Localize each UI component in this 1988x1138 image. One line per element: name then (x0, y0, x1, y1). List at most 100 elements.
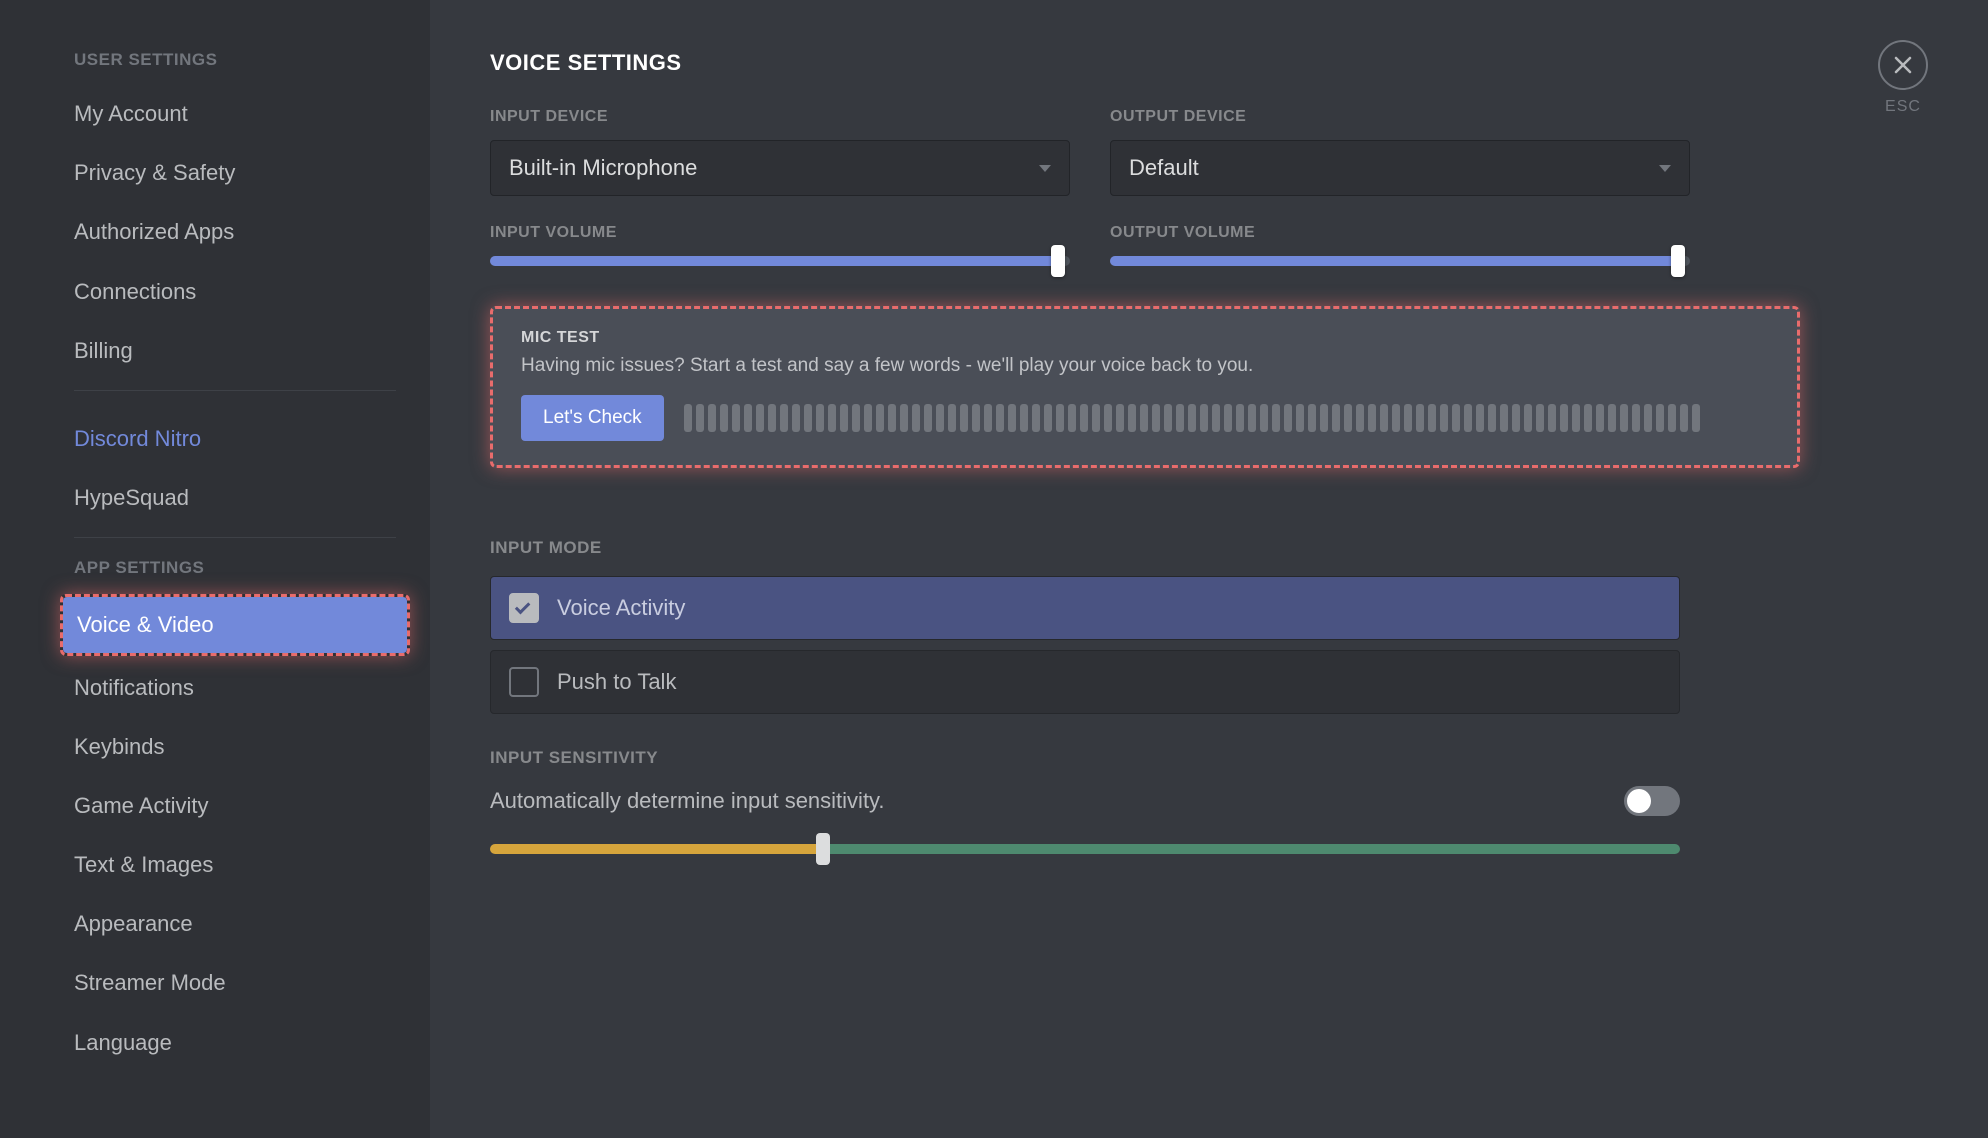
vu-bar (768, 404, 776, 432)
vu-bar (1668, 404, 1676, 432)
sidebar-item-billing[interactable]: Billing (60, 323, 410, 378)
page-title: VOICE SETTINGS (490, 50, 1878, 76)
vu-bar (888, 404, 896, 432)
sidebar-item-voice-video[interactable]: Voice & Video (63, 597, 407, 652)
sidebar-item-keybinds[interactable]: Keybinds (60, 719, 410, 774)
input-device-value: Built-in Microphone (509, 155, 697, 181)
vu-bar (1320, 404, 1328, 432)
sidebar-item-authorized-apps[interactable]: Authorized Apps (60, 204, 410, 259)
sidebar-item-game-activity[interactable]: Game Activity (60, 778, 410, 833)
vu-bar (1620, 404, 1628, 432)
vu-bar (708, 404, 716, 432)
mic-test-button[interactable]: Let's Check (521, 395, 664, 441)
vu-bar (1524, 404, 1532, 432)
vu-bar (996, 404, 1004, 432)
sidebar-item-connections[interactable]: Connections (60, 264, 410, 319)
vu-bar (1296, 404, 1304, 432)
vu-bar (1260, 404, 1268, 432)
vu-bar (1248, 404, 1256, 432)
mic-vu-meter (684, 404, 1769, 432)
vu-bar (1452, 404, 1460, 432)
vu-bar (1020, 404, 1028, 432)
slider-thumb[interactable] (1051, 245, 1065, 277)
close-label: ESC (1878, 98, 1928, 116)
vu-bar (756, 404, 764, 432)
vu-bar (1596, 404, 1604, 432)
vu-bar (1560, 404, 1568, 432)
sidebar-highlight: Voice & Video (60, 594, 410, 655)
vu-bar (1056, 404, 1064, 432)
vu-bar (1608, 404, 1616, 432)
auto-sensitivity-toggle[interactable] (1624, 786, 1680, 816)
input-mode-voice-activity[interactable]: Voice Activity (490, 576, 1680, 640)
output-volume-slider[interactable] (1110, 256, 1690, 266)
vu-bar (1176, 404, 1184, 432)
vu-bar (1464, 404, 1472, 432)
vu-bar (1632, 404, 1640, 432)
vu-bar (1584, 404, 1592, 432)
vu-bar (1656, 404, 1664, 432)
checkbox (509, 667, 539, 697)
vu-bar (1116, 404, 1124, 432)
vu-bar (1236, 404, 1244, 432)
close-button[interactable] (1878, 40, 1928, 90)
sidebar-item-notifications[interactable]: Notifications (60, 660, 410, 715)
vu-bar (1128, 404, 1136, 432)
vu-bar (936, 404, 944, 432)
vu-bar (900, 404, 908, 432)
close-icon (1893, 55, 1913, 75)
vu-bar (1644, 404, 1652, 432)
input-device-label: INPUT DEVICE (490, 108, 1070, 126)
vu-bar (744, 404, 752, 432)
input-device-select[interactable]: Built-in Microphone (490, 140, 1070, 196)
vu-bar (1272, 404, 1280, 432)
sidebar-item-discord-nitro[interactable]: Discord Nitro (60, 411, 410, 466)
vu-bar (864, 404, 872, 432)
vu-bar (1152, 404, 1160, 432)
output-device-value: Default (1129, 155, 1199, 181)
vu-bar (1284, 404, 1292, 432)
input-volume-label: INPUT VOLUME (490, 224, 1070, 242)
vu-bar (972, 404, 980, 432)
input-sensitivity-slider[interactable] (490, 844, 1680, 854)
input-volume-slider[interactable] (490, 256, 1070, 266)
sidebar-item-text-images[interactable]: Text & Images (60, 837, 410, 892)
sidebar-item-appearance[interactable]: Appearance (60, 896, 410, 951)
input-mode-label: Push to Talk (557, 669, 676, 695)
chevron-down-icon (1039, 165, 1051, 172)
vu-bar (1092, 404, 1100, 432)
vu-bar (1224, 404, 1232, 432)
input-mode-push-to-talk[interactable]: Push to Talk (490, 650, 1680, 714)
vu-bar (1008, 404, 1016, 432)
vu-bar (1500, 404, 1508, 432)
close-wrap: ESC (1878, 40, 1928, 116)
vu-bar (816, 404, 824, 432)
mic-test-section: MIC TEST Having mic issues? Start a test… (490, 306, 1800, 468)
vu-bar (1392, 404, 1400, 432)
sidebar-item-my-account[interactable]: My Account (60, 86, 410, 141)
vu-bar (792, 404, 800, 432)
input-mode-label: Voice Activity (557, 595, 685, 621)
vu-bar (1104, 404, 1112, 432)
sidebar-item-language[interactable]: Language (60, 1015, 410, 1070)
sidebar-item-privacy-safety[interactable]: Privacy & Safety (60, 145, 410, 200)
slider-thumb[interactable] (816, 833, 830, 865)
slider-thumb[interactable] (1671, 245, 1685, 277)
vu-bar (948, 404, 956, 432)
vu-bar (696, 404, 704, 432)
input-mode-label: INPUT MODE (490, 538, 1878, 558)
sidebar-item-streamer-mode[interactable]: Streamer Mode (60, 955, 410, 1010)
sidebar-divider (74, 390, 396, 391)
vu-bar (1680, 404, 1688, 432)
vu-bar (984, 404, 992, 432)
vu-bar (1488, 404, 1496, 432)
vu-bar (1332, 404, 1340, 432)
sidebar-item-hypesquad[interactable]: HypeSquad (60, 470, 410, 525)
sidebar-header-app: APP SETTINGS (60, 558, 410, 578)
vu-bar (1344, 404, 1352, 432)
output-device-select[interactable]: Default (1110, 140, 1690, 196)
vu-bar (828, 404, 836, 432)
vu-bar (1692, 404, 1700, 432)
vu-bar (1200, 404, 1208, 432)
vu-bar (1536, 404, 1544, 432)
